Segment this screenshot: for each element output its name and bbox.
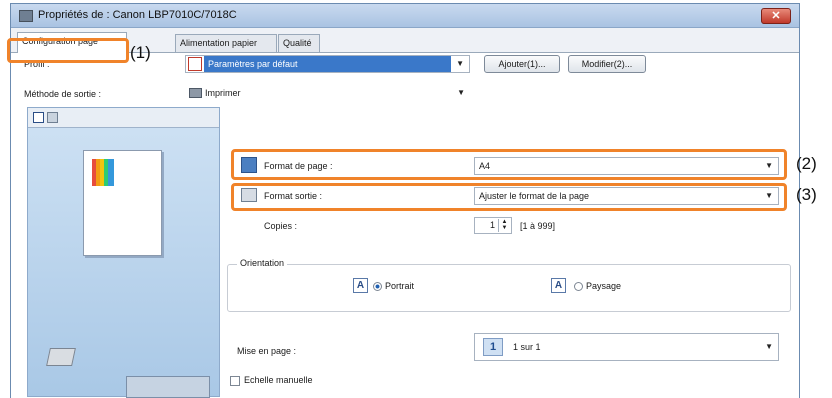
title-bar: Propriétés de : Canon LBP7010C/7018C ✕: [11, 4, 799, 28]
output-method-select[interactable]: Imprimer ▼: [185, 85, 470, 103]
chevron-down-icon: ▼: [457, 88, 465, 97]
chevron-down-icon: ▼: [456, 59, 464, 68]
landscape-label: Paysage: [586, 281, 622, 291]
printer-illustration-icon: [46, 348, 76, 366]
landscape-icon: A: [551, 278, 566, 293]
edit-profile-button[interactable]: Modifier(2)...: [568, 55, 646, 73]
landscape-option[interactable]: Paysage: [574, 281, 622, 292]
printer-icon: [19, 10, 33, 22]
profile-icon: [188, 57, 202, 71]
manual-scale-label: Echelle manuelle: [244, 375, 313, 385]
portrait-icon: A: [353, 278, 368, 293]
tab-quality[interactable]: Qualité: [278, 34, 320, 52]
landscape-radio[interactable]: [574, 282, 583, 292]
layout-value: 1 sur 1: [513, 342, 541, 352]
printer-properties-window: Propriétés de : Canon LBP7010C/7018C ✕ C…: [7, 3, 800, 398]
copies-value: 1: [489, 220, 495, 230]
color-sample: [92, 159, 114, 186]
orientation-group: [227, 264, 791, 312]
page-preview: [83, 150, 162, 256]
manual-scale-checkbox[interactable]: [230, 375, 240, 386]
manual-scale-option[interactable]: Echelle manuelle: [230, 375, 313, 386]
pages-per-sheet-icon: 1: [483, 338, 503, 356]
copies-label: Copies :: [264, 221, 298, 231]
orientation-label: Orientation: [237, 258, 288, 268]
preview-mode-buttons[interactable]: [126, 376, 210, 398]
profile-value: Paramètres par défaut: [204, 56, 451, 72]
portrait-option[interactable]: Portrait: [373, 281, 415, 292]
portrait-radio[interactable]: [373, 282, 382, 292]
highlight-page-size: [231, 149, 787, 180]
printer-icon: [189, 88, 202, 98]
portrait-label: Portrait: [385, 281, 415, 291]
chevron-down-icon: ▼: [765, 342, 773, 351]
printer-view-icon[interactable]: [47, 112, 58, 123]
callout-1: (1): [130, 43, 151, 62]
preview-pane: [27, 107, 220, 398]
highlight-output-size: [231, 183, 787, 211]
callout-3: (3): [796, 185, 817, 204]
copies-range: [1 à 999]: [520, 221, 556, 231]
add-profile-button[interactable]: Ajouter(1)...: [484, 55, 560, 73]
layout-select[interactable]: 1 1 sur 1 ▼: [474, 333, 779, 361]
window-title: Propriétés de : Canon LBP7010C/7018C: [38, 9, 237, 21]
preview-toolbar: [28, 108, 219, 128]
tab-paper-source[interactable]: Alimentation papier: [175, 34, 277, 52]
output-method-label: Méthode de sortie :: [24, 89, 102, 99]
close-button[interactable]: ✕: [761, 8, 791, 24]
layout-label: Mise en page :: [237, 346, 297, 356]
highlight-tab-page-setup: [7, 38, 129, 63]
page-view-icon[interactable]: [33, 112, 44, 123]
spin-arrows-icon[interactable]: ▲ ▼: [498, 219, 510, 232]
output-method-value: Imprimer: [205, 88, 241, 98]
callout-2: (2): [796, 154, 817, 173]
copies-stepper[interactable]: 1 ▲ ▼: [474, 217, 512, 234]
profile-select[interactable]: Paramètres par défaut ▼: [185, 55, 470, 73]
